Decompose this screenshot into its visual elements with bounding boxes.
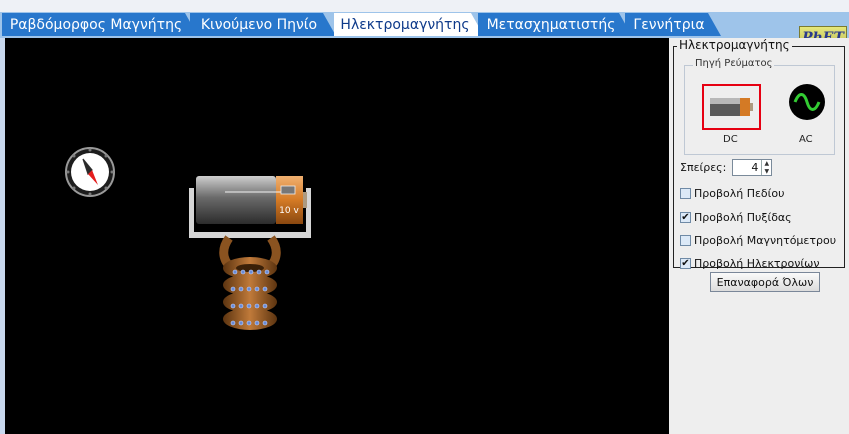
checkbox-label: Προβολή Μαγνητόμετρου [694, 234, 837, 247]
turns-decrement-button[interactable]: ▼ [762, 168, 771, 176]
battery-voltage-label: 10 v [279, 206, 299, 216]
turns-row: Σπείρες: 4 ▲ ▼ [680, 159, 773, 176]
dc-source-button[interactable] [702, 84, 761, 130]
turns-label: Σπείρες: [680, 161, 727, 174]
control-panel-title: Ηλεκτρομαγνήτης [677, 38, 792, 52]
battery-icon [710, 98, 753, 116]
compass-icon[interactable] [64, 146, 116, 198]
checkbox-label: Προβολή Ηλεκτρονίων [694, 257, 820, 270]
show-field-checkbox[interactable]: Προβολή Πεδίου [680, 187, 784, 200]
tab-bar: Ραβδόμορφος Μαγνήτης Κινούμενο Πηνίο Ηλε… [0, 12, 849, 49]
tab-transformer[interactable]: Μετασχηματιστής [478, 13, 632, 36]
turns-value[interactable]: 4 [733, 161, 761, 174]
tab-generator[interactable]: Γεννήτρια [625, 13, 721, 36]
ac-label: AC [799, 134, 813, 145]
checkbox-box[interactable] [680, 188, 691, 199]
window-titlebar [0, 0, 849, 12]
checkbox-box[interactable] [680, 235, 691, 246]
sine-wave-icon [789, 84, 825, 120]
tab-bar-magnet[interactable]: Ραβδόμορφος Μαγνήτης [2, 13, 198, 36]
control-panel: Ηλεκτρομαγνήτης Πηγή Ρεύματος DC AC Σπεί… [669, 38, 849, 434]
reset-all-button[interactable]: Επαναφορά Όλων [710, 272, 820, 292]
turns-increment-button[interactable]: ▲ [762, 160, 771, 168]
simulation-canvas[interactable]: 10 v [5, 38, 669, 434]
checkbox-label: Προβολή Πυξίδας [694, 211, 792, 224]
turns-spinner[interactable]: 4 ▲ ▼ [732, 159, 773, 176]
checkbox-box[interactable]: ✔ [680, 258, 691, 269]
show-electrons-checkbox[interactable]: ✔ Προβολή Ηλεκτρονίων [680, 257, 819, 270]
electromagnet-controls: Ηλεκτρομαγνήτης Πηγή Ρεύματος DC AC Σπεί… [673, 38, 845, 270]
current-source-group: Πηγή Ρεύματος DC AC [684, 58, 835, 155]
electromagnet[interactable]: 10 v [185, 172, 315, 342]
current-source-title: Πηγή Ρεύματος [693, 58, 775, 69]
ac-source-button[interactable] [787, 82, 827, 122]
tab-electromagnet[interactable]: Ηλεκτρομαγνήτης [334, 13, 484, 36]
show-magnetometer-checkbox[interactable]: Προβολή Μαγνητόμετρου [680, 234, 836, 247]
tab-pickup-coil[interactable]: Κινούμενο Πηνίο [190, 13, 336, 36]
dc-label: DC [723, 134, 738, 145]
checkbox-label: Προβολή Πεδίου [694, 187, 785, 200]
checkbox-box[interactable]: ✔ [680, 212, 691, 223]
show-compass-checkbox[interactable]: ✔ Προβολή Πυξίδας [680, 211, 792, 224]
